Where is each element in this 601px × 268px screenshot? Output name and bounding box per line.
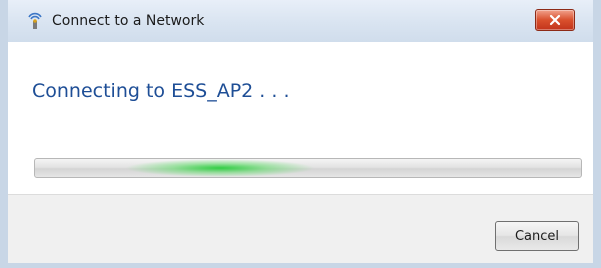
- progress-indicator: [125, 159, 315, 177]
- connecting-message: Connecting to ESS_AP2 . . .: [32, 80, 290, 102]
- close-button[interactable]: [535, 9, 575, 31]
- title-bar[interactable]: Connect to a Network: [8, 0, 593, 42]
- window-title: Connect to a Network: [52, 13, 205, 29]
- progress-bar: [34, 158, 582, 178]
- dialog-footer: Cancel: [8, 194, 593, 263]
- network-icon: [26, 12, 44, 30]
- close-icon: [549, 14, 561, 26]
- connect-dialog: Connect to a Network Connecting to ESS_A…: [0, 0, 601, 268]
- cancel-button[interactable]: Cancel: [495, 221, 579, 251]
- dialog-content: Connecting to ESS_AP2 . . .: [8, 42, 593, 194]
